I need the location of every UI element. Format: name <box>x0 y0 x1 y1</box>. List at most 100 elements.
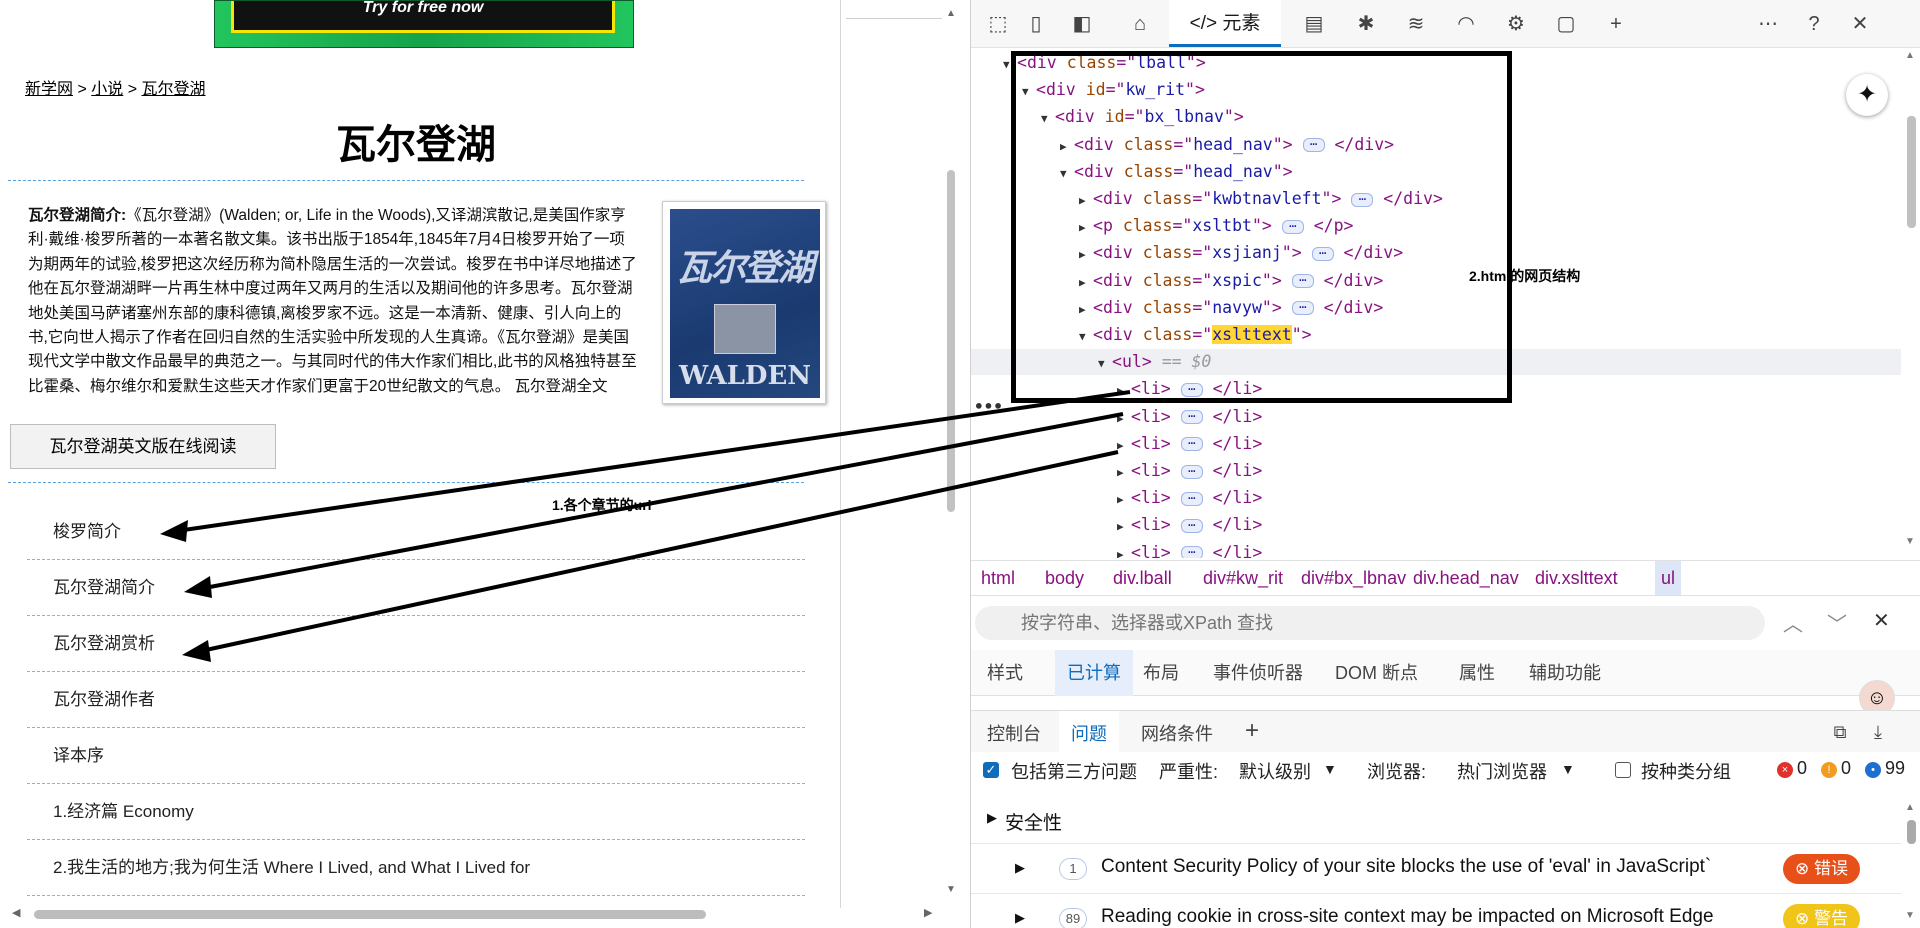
issue-row[interactable]: ▶ 1 Content Security Policy of your site b… <box>971 843 1901 893</box>
book-cover[interactable]: 瓦尔登湖 WALDEN <box>662 201 826 404</box>
dom-node-li[interactable]: ▶ <li> ⋯ </li> <box>1117 431 1262 457</box>
add-tool-icon[interactable]: + <box>1603 11 1629 37</box>
english-version-button[interactable]: 瓦尔登湖英文版在线阅读 <box>10 424 276 469</box>
expand-triangle-icon[interactable]: ▶ <box>1117 542 1131 558</box>
group-by-kind-checkbox[interactable] <box>1615 762 1631 778</box>
home-icon[interactable]: ⌂ <box>1127 11 1153 37</box>
browser-select[interactable]: 热门浏览器 <box>1457 758 1547 784</box>
dom-node-li[interactable]: ▶ <li> ⋯ </li> <box>1117 512 1262 538</box>
drawer-tab[interactable]: 问题 <box>1059 711 1119 753</box>
scroll-down-icon[interactable]: ▼ <box>1905 910 1915 921</box>
dom-tree[interactable]: ▼ <div class="lball"> ▼ <div id="kw_rit"> ▼ <… <box>971 50 1901 558</box>
chevron-down-icon[interactable]: ﹀ <box>1827 608 1847 637</box>
scroll-down-icon[interactable]: ▼ <box>946 884 956 895</box>
subtab[interactable]: 已计算 <box>1055 650 1133 696</box>
network-icon[interactable]: ≋ <box>1403 11 1429 37</box>
drawer-tab[interactable]: 控制台 <box>987 711 1041 753</box>
subtab[interactable]: 辅助功能 <box>1529 650 1601 696</box>
console-icon[interactable]: ▤ <box>1301 11 1327 37</box>
add-drawer-tab-icon[interactable]: + <box>1245 711 1259 753</box>
help-icon[interactable]: ? <box>1801 11 1827 37</box>
scrollbar-thumb[interactable] <box>1907 820 1916 844</box>
settings-gear-icon[interactable]: ⚙ <box>1503 11 1529 37</box>
collapsed-content-icon[interactable]: ⋯ <box>1180 491 1203 506</box>
dom-breadcrumb-item[interactable]: div#bx_lbnav <box>1295 561 1412 595</box>
ad-banner[interactable]: Try for free now <box>214 0 634 48</box>
expand-triangle-icon[interactable]: ▶ <box>1117 406 1131 432</box>
application-icon[interactable]: ▢ <box>1553 11 1579 37</box>
issue-row[interactable]: ▶ 89 Reading cookie in cross-site context … <box>971 893 1901 928</box>
collapsed-content-icon[interactable]: ⋯ <box>1180 546 1203 558</box>
dom-node-li[interactable]: ▶ <li> ⋯ </li> <box>1117 404 1262 430</box>
ad-text[interactable]: Try for free now <box>231 0 615 33</box>
breadcrumb-home-link[interactable]: 新学网 <box>25 81 73 98</box>
chapter-link[interactable]: 1.经济篇 Economy <box>27 784 805 840</box>
scrollbar-thumb[interactable] <box>1907 116 1916 228</box>
dock-side-icon[interactable]: ◧ <box>1069 11 1095 37</box>
chapter-link[interactable]: 梭罗简介 <box>27 504 805 560</box>
subtab[interactable]: DOM 断点 <box>1335 650 1418 696</box>
chapter-link[interactable]: 瓦尔登湖赏析 <box>27 616 805 672</box>
dom-breadcrumb-item[interactable]: div.head_nav <box>1407 561 1525 595</box>
chapter-link[interactable]: 瓦尔登湖作者 <box>27 672 805 728</box>
chapter-link[interactable]: 2.我生活的地方;我为何生活 Where I Lived, and What I… <box>27 840 805 896</box>
expand-triangle-icon[interactable]: ▶ <box>1117 433 1131 459</box>
collapsed-content-icon[interactable]: ⋯ <box>1180 518 1203 533</box>
drawer-tab[interactable]: 网络条件 <box>1141 711 1213 753</box>
vertical-scrollbar[interactable]: ▲ ▼ <box>944 0 958 908</box>
horizontal-scrollbar[interactable]: ◀ ▶ <box>0 906 944 922</box>
dom-tree-scrollbar[interactable]: ▲ ▼ <box>1901 48 1920 560</box>
collapsed-content-icon[interactable]: ⋯ <box>1180 410 1203 425</box>
issues-scrollbar[interactable]: ▲ ▼ <box>1901 800 1920 928</box>
dom-breadcrumb-item[interactable]: div.xslttext <box>1529 561 1624 595</box>
breadcrumb-category-link[interactable]: 小说 <box>91 81 123 98</box>
undock-drawer-icon[interactable]: ⧉ <box>1827 719 1853 745</box>
expand-triangle-icon[interactable]: ▶ <box>1117 514 1131 540</box>
dropdown-caret-icon[interactable]: ▼ <box>1323 761 1337 777</box>
bug-icon[interactable]: ✱ <box>1353 11 1379 37</box>
dom-breadcrumb-item[interactable]: body <box>1039 561 1090 595</box>
dom-breadcrumb-item[interactable]: div#kw_rit <box>1197 561 1289 595</box>
expand-triangle-icon[interactable]: ▶ <box>1015 860 1025 876</box>
device-emulation-icon[interactable]: ▯ <box>1023 11 1049 37</box>
performance-icon[interactable]: ◠ <box>1453 11 1479 37</box>
dom-node-li[interactable]: ▶ <li> ⋯ </li> <box>1117 485 1262 511</box>
more-options-icon[interactable]: ⋯ <box>1755 11 1781 37</box>
node-actions-icon[interactable]: ••• <box>974 397 1003 416</box>
scroll-up-icon[interactable]: ▲ <box>946 8 956 19</box>
scroll-up-icon[interactable]: ▲ <box>1905 50 1915 61</box>
dropdown-caret-icon[interactable]: ▼ <box>1561 761 1575 777</box>
scroll-left-icon[interactable]: ◀ <box>12 906 20 919</box>
inspect-icon[interactable]: ⬚ <box>985 11 1011 37</box>
expand-triangle-icon[interactable]: ▶ <box>1117 460 1131 486</box>
dom-node-li[interactable]: ▶ <li> ⋯ </li> <box>1117 540 1262 558</box>
chapter-link[interactable]: 瓦尔登湖简介 <box>27 560 805 616</box>
dom-node-li[interactable]: ▶ <li> ⋯ </li> <box>1117 458 1262 484</box>
accessibility-icon[interactable]: ✦ <box>1846 74 1888 116</box>
dom-breadcrumb-item[interactable]: html <box>975 561 1021 595</box>
close-icon[interactable]: ✕ <box>1847 11 1873 37</box>
subtab[interactable]: 事件侦听器 <box>1213 650 1303 696</box>
chapter-link[interactable]: 译本序 <box>27 728 805 784</box>
scroll-down-icon[interactable]: ▼ <box>1905 536 1915 547</box>
expand-triangle-icon[interactable]: ▶ <box>1015 910 1025 926</box>
chevron-up-icon[interactable]: ︿ <box>1783 608 1803 637</box>
dom-search-input[interactable] <box>975 606 1765 640</box>
subtab[interactable]: 属性 <box>1459 650 1495 696</box>
collapsed-content-icon[interactable]: ⋯ <box>1180 437 1203 452</box>
scrollbar-thumb[interactable] <box>34 910 706 919</box>
dom-breadcrumb-item[interactable]: ul <box>1655 561 1682 595</box>
tab-elements[interactable]: </> 元素 <box>1169 0 1281 47</box>
severity-select[interactable]: 默认级别 <box>1239 758 1311 784</box>
scroll-up-icon[interactable]: ▲ <box>1905 802 1915 813</box>
close-search-icon[interactable]: ✕ <box>1873 608 1890 633</box>
dom-breadcrumb-item[interactable]: div.lball <box>1107 561 1178 595</box>
scrollbar-thumb[interactable] <box>947 170 955 512</box>
subtab[interactable]: 样式 <box>987 650 1023 696</box>
subtab[interactable]: 布局 <box>1143 650 1179 696</box>
expand-triangle-icon[interactable]: ▶ <box>987 810 997 826</box>
collapsed-content-icon[interactable]: ⋯ <box>1180 464 1203 479</box>
breadcrumb-current-link[interactable]: 瓦尔登湖 <box>142 81 206 98</box>
scroll-right-icon[interactable]: ▶ <box>924 906 932 919</box>
third-party-checkbox[interactable]: ✓ <box>983 762 999 778</box>
